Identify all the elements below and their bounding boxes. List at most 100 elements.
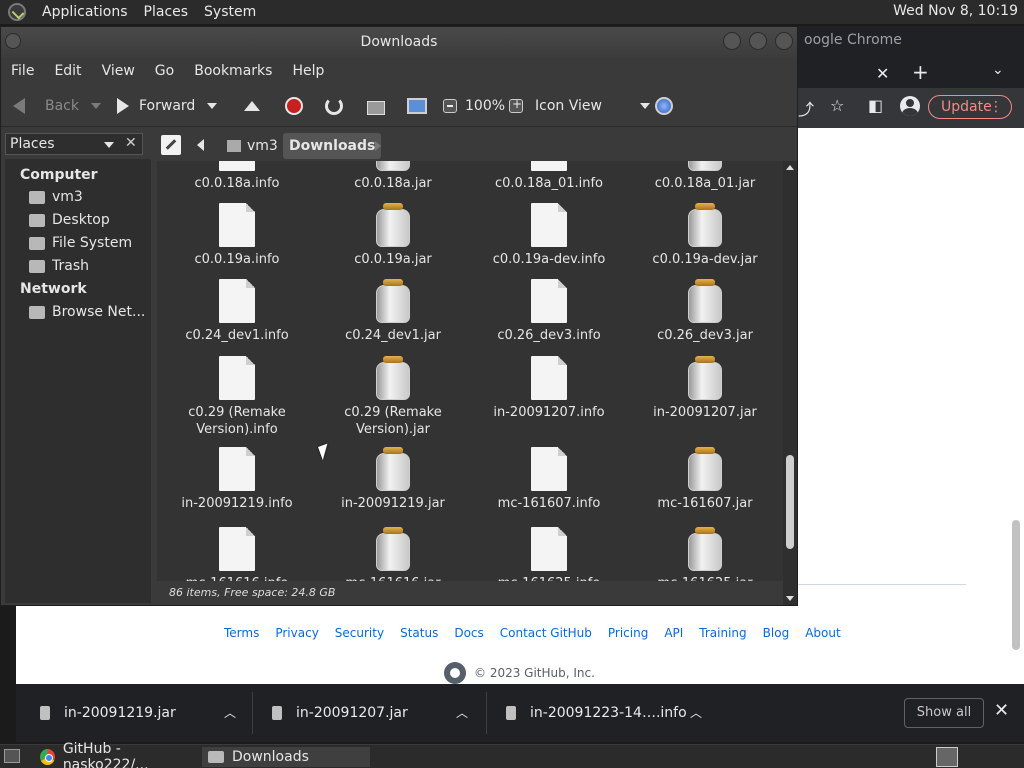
footer-link-contact[interactable]: Contact GitHub bbox=[500, 626, 592, 640]
system-menu[interactable]: System bbox=[196, 4, 264, 20]
side-panel-icon[interactable]: ◧ bbox=[868, 96, 883, 115]
info-file[interactable]: c0.29 (Remake Version).info bbox=[159, 356, 315, 438]
maximize-icon[interactable] bbox=[749, 32, 767, 50]
view-mode-select[interactable]: Icon View bbox=[535, 85, 650, 127]
footer-link-terms[interactable]: Terms bbox=[224, 626, 259, 640]
breadcrumb-right-icon[interactable] bbox=[375, 141, 381, 151]
minimize-icon[interactable] bbox=[723, 32, 741, 50]
close-icon[interactable] bbox=[775, 32, 793, 50]
menu-edit[interactable]: Edit bbox=[44, 63, 91, 79]
tab-search-chevron-icon[interactable]: ⌄ bbox=[992, 62, 1004, 78]
footer-link-training[interactable]: Training bbox=[699, 626, 746, 640]
sidebar-item-browse-network[interactable]: Browse Net... bbox=[29, 304, 145, 320]
footer-link-privacy[interactable]: Privacy bbox=[275, 626, 318, 640]
forward-button[interactable]: Forward bbox=[117, 85, 218, 127]
menu-go[interactable]: Go bbox=[145, 63, 184, 79]
info-file[interactable]: in-20091207.info bbox=[471, 356, 627, 421]
breadcrumb-left-icon[interactable] bbox=[197, 139, 204, 151]
applications-menu[interactable]: Applications bbox=[34, 4, 136, 20]
show-all-button[interactable]: Show all bbox=[904, 698, 984, 728]
zoom-level[interactable]: 100% bbox=[465, 85, 505, 127]
menu-view[interactable]: View bbox=[92, 63, 145, 79]
close-shelf-icon[interactable]: ✕ bbox=[994, 700, 1009, 721]
jar-file[interactable]: c0.0.19a-dev.jar bbox=[627, 203, 783, 268]
breadcrumb-vm3[interactable]: vm3 bbox=[221, 133, 284, 159]
jar-file[interactable]: in-20091219.jar bbox=[315, 447, 471, 512]
sidebar-item-desktop[interactable]: Desktop bbox=[29, 212, 110, 228]
jar-file[interactable]: in-20091207.jar bbox=[627, 356, 783, 421]
download-item[interactable]: in-20091207.jar ︿ bbox=[272, 684, 468, 742]
github-logo-icon[interactable] bbox=[444, 662, 466, 684]
chevron-up-icon[interactable]: ︿ bbox=[224, 704, 236, 721]
computer-button[interactable] bbox=[407, 85, 427, 127]
workspace-switcher-icon[interactable] bbox=[936, 747, 958, 767]
clock[interactable]: Wed Nov 8, 10:19 bbox=[893, 3, 1018, 19]
download-item[interactable]: in-20091223-14….info ︿ bbox=[506, 684, 702, 742]
footer-link-security[interactable]: Security bbox=[335, 626, 384, 640]
new-tab-icon[interactable]: + bbox=[912, 60, 929, 84]
page-scrollbar-thumb[interactable] bbox=[1012, 520, 1020, 650]
info-file[interactable]: c0.26_dev3.info bbox=[471, 279, 627, 344]
sidebar-selector[interactable]: Places bbox=[5, 133, 143, 155]
bookmark-star-icon[interactable]: ☆ bbox=[830, 96, 844, 115]
menu-help[interactable]: Help bbox=[282, 63, 334, 79]
jar-file[interactable]: c0.29 (Remake Version).jar bbox=[315, 356, 471, 438]
places-menu[interactable]: Places bbox=[136, 4, 197, 20]
page-scrollbar[interactable] bbox=[1012, 130, 1020, 678]
footer-link-status[interactable]: Status bbox=[400, 626, 438, 640]
tab-close-icon[interactable]: ✕ bbox=[876, 64, 889, 83]
footer-link-api[interactable]: API bbox=[664, 626, 683, 640]
info-file[interactable]: c0.0.18a_01.info bbox=[471, 161, 627, 192]
show-desktop-icon[interactable] bbox=[4, 749, 20, 763]
jar-file[interactable]: c0.0.18a.jar bbox=[315, 161, 471, 192]
footer-link-pricing[interactable]: Pricing bbox=[608, 626, 648, 640]
stop-button[interactable] bbox=[285, 85, 303, 127]
task-downloads[interactable]: Downloads bbox=[202, 747, 370, 767]
download-item[interactable]: in-20091219.jar ︿ bbox=[40, 684, 236, 742]
window-menu-icon[interactable] bbox=[5, 33, 21, 49]
menu-file[interactable]: File bbox=[1, 63, 44, 79]
back-history-dropdown-icon[interactable] bbox=[91, 103, 101, 109]
footer-link-blog[interactable]: Blog bbox=[763, 626, 790, 640]
zoom-out-button[interactable] bbox=[443, 85, 457, 127]
info-file[interactable]: mc-161607.info bbox=[471, 447, 627, 512]
footer-link-about[interactable]: About bbox=[805, 626, 840, 640]
scroll-down-icon[interactable] bbox=[786, 596, 794, 601]
update-button[interactable]: Update ⋮ bbox=[928, 95, 1012, 119]
home-button[interactable] bbox=[367, 85, 385, 127]
sidebar-item-filesystem[interactable]: File System bbox=[29, 235, 132, 251]
chevron-up-icon[interactable]: ︿ bbox=[690, 704, 702, 721]
share-icon[interactable]: ⤴ bbox=[798, 96, 814, 120]
back-button[interactable]: Back bbox=[13, 85, 101, 127]
scroll-up-icon[interactable] bbox=[786, 165, 794, 170]
file-grid-scrollbar[interactable] bbox=[783, 161, 797, 605]
info-file[interactable]: c0.0.18a.info bbox=[159, 161, 315, 192]
jar-file[interactable]: c0.0.18a_01.jar bbox=[627, 161, 783, 192]
jar-file[interactable]: c0.26_dev3.jar bbox=[627, 279, 783, 344]
info-file[interactable]: c0.24_dev1.info bbox=[159, 279, 315, 344]
scrollbar-thumb[interactable] bbox=[786, 455, 794, 549]
info-file[interactable]: c0.0.19a.info bbox=[159, 203, 315, 268]
zoom-in-button[interactable] bbox=[509, 85, 523, 127]
edit-location-icon[interactable] bbox=[161, 135, 181, 155]
window-titlebar[interactable]: Downloads bbox=[1, 27, 797, 57]
breadcrumb-downloads[interactable]: Downloads bbox=[283, 133, 382, 159]
footer-link-docs[interactable]: Docs bbox=[454, 626, 483, 640]
distro-logo-icon[interactable] bbox=[8, 3, 26, 21]
jar-file[interactable]: c0.0.19a.jar bbox=[315, 203, 471, 268]
search-button[interactable] bbox=[655, 85, 673, 127]
jar-file[interactable]: c0.24_dev1.jar bbox=[315, 279, 471, 344]
info-file[interactable]: in-20091219.info bbox=[159, 447, 315, 512]
chevron-up-icon[interactable]: ︿ bbox=[456, 704, 468, 721]
menu-bookmarks[interactable]: Bookmarks bbox=[184, 63, 282, 79]
forward-history-dropdown-icon[interactable] bbox=[207, 103, 218, 109]
task-chrome[interactable]: GitHub - nasko222/... bbox=[34, 741, 200, 768]
info-file[interactable]: c0.0.19a-dev.info bbox=[471, 203, 627, 268]
jar-file[interactable]: mc-161607.jar bbox=[627, 447, 783, 512]
sidebar-item-trash[interactable]: Trash bbox=[29, 258, 89, 274]
more-menu-icon[interactable]: ⋮ bbox=[989, 96, 1003, 118]
up-button[interactable] bbox=[244, 85, 260, 127]
sidebar-close-icon[interactable]: ✕ bbox=[125, 135, 137, 151]
profile-avatar[interactable] bbox=[900, 96, 920, 116]
sidebar-item-vm3[interactable]: vm3 bbox=[29, 189, 83, 205]
